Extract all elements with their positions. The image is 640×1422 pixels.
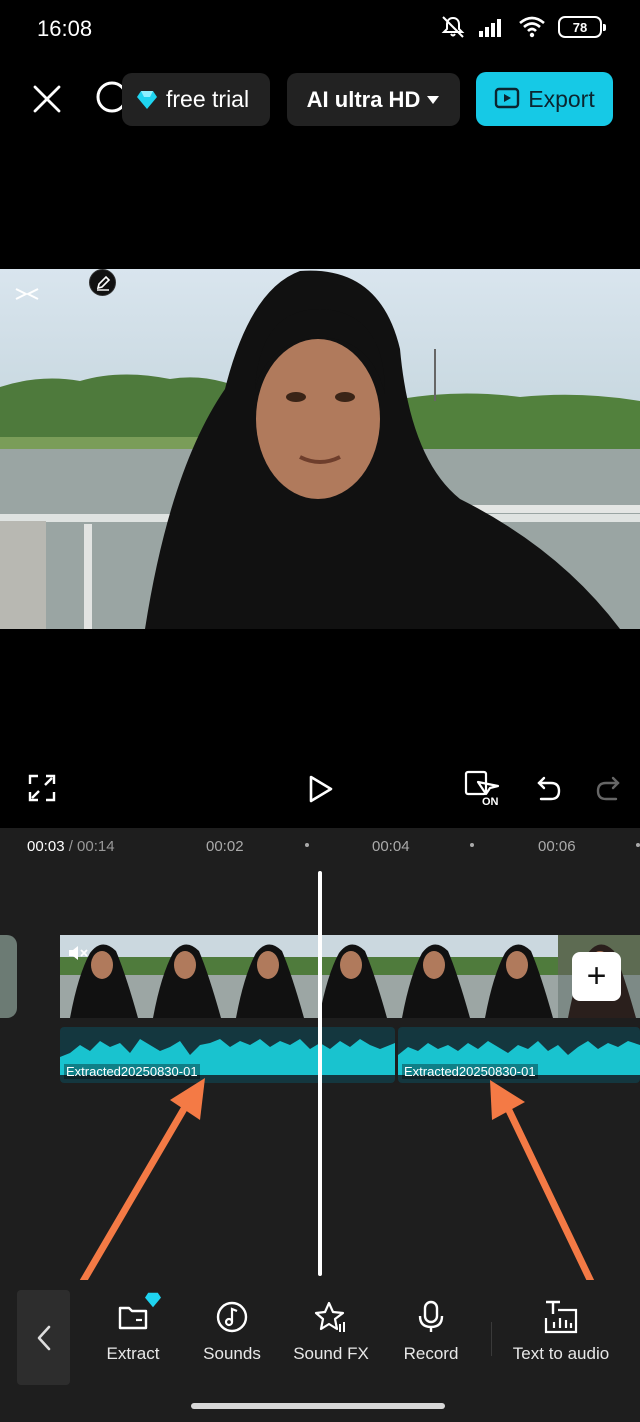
tool-sounds[interactable]: Sounds — [182, 1300, 282, 1364]
mute-bell-icon — [441, 16, 465, 38]
tool-record[interactable]: Record — [381, 1300, 481, 1364]
home-indicator[interactable] — [191, 1403, 445, 1409]
tick-dot — [305, 843, 309, 847]
clip-thumbnail — [143, 935, 226, 1018]
export-label: Export — [528, 85, 595, 112]
export-icon — [495, 87, 520, 109]
video-preview[interactable] — [0, 269, 640, 629]
current-time: 00:03 / 00:14 — [27, 838, 115, 855]
diamond-icon — [137, 90, 157, 109]
toolbar-divider — [491, 1322, 492, 1356]
tick-dot — [636, 843, 640, 847]
tool-label: Sounds — [203, 1344, 261, 1363]
export-button[interactable]: Export — [476, 72, 613, 126]
free-trial-button[interactable]: free trial — [122, 73, 270, 126]
back-button[interactable] — [17, 1290, 70, 1385]
audio-clip[interactable]: Extracted20250830-01 — [398, 1027, 640, 1083]
audio-clip-label: Extracted20250830-01 — [402, 1064, 538, 1079]
tool-label: Text to audio — [512, 1344, 610, 1363]
fullscreen-icon[interactable] — [28, 774, 56, 802]
premium-diamond-icon — [145, 1292, 161, 1308]
play-icon[interactable] — [307, 774, 335, 804]
tick-label: 00:02 — [206, 838, 244, 855]
playback-controls: ON — [0, 764, 640, 814]
keyframe-toggle[interactable]: ON — [464, 770, 504, 812]
audio-clip-label: Extracted20250830-01 — [64, 1064, 200, 1079]
wifi-icon — [519, 16, 545, 38]
tick-label: 00:04 — [372, 838, 410, 855]
close-button[interactable] — [28, 80, 66, 118]
total-time: / 00:14 — [64, 838, 115, 855]
tool-label: Sound FX — [293, 1344, 369, 1363]
current-time-value: 00:03 — [27, 838, 65, 855]
music-note-icon — [216, 1301, 248, 1333]
caret-down-icon — [427, 95, 440, 104]
clip-thumbnail — [475, 935, 558, 1018]
tick-dot — [470, 843, 474, 847]
time-ruler: 00:03 / 00:14 00:02 00:04 00:06 — [0, 828, 640, 864]
chevron-left-icon — [37, 1325, 50, 1350]
clip-thumbnail — [392, 935, 475, 1018]
video-clip-track[interactable] — [60, 935, 640, 1018]
free-trial-label: free trial — [166, 86, 250, 112]
tool-extract[interactable]: Extract — [83, 1292, 183, 1364]
text-to-audio-icon — [544, 1300, 578, 1334]
quality-label: AI ultra HD — [306, 86, 421, 112]
redo-icon[interactable] — [595, 774, 621, 802]
battery-icon: 78 — [558, 16, 606, 38]
star-sparkle-icon — [314, 1301, 345, 1332]
quality-dropdown[interactable]: AI ultra HD — [287, 73, 460, 126]
status-icons: 78 — [440, 14, 606, 40]
keyframe-on-label: ON — [482, 796, 499, 808]
close-icon — [33, 85, 61, 113]
playhead[interactable] — [318, 871, 322, 1276]
tool-label: Extract — [106, 1344, 160, 1363]
audio-toolbar: Extract Sounds Sound FX Record Text to a… — [0, 1280, 640, 1422]
previous-clip-stub[interactable] — [0, 935, 17, 1018]
signal-icon — [479, 19, 501, 37]
tool-sound-fx[interactable]: Sound FX — [281, 1300, 381, 1364]
mute-clip-icon[interactable] — [67, 944, 89, 962]
edit-button[interactable] — [89, 269, 116, 296]
pencil-icon — [96, 275, 110, 291]
capcut-logo-icon — [14, 284, 40, 309]
tool-text-to-audio[interactable]: Text to audio — [501, 1300, 621, 1364]
undo-icon[interactable] — [536, 774, 562, 802]
clip-thumbnail — [226, 935, 309, 1018]
status-time: 16:08 — [37, 16, 93, 41]
add-clip-button[interactable]: + — [572, 952, 621, 1001]
status-bar: 16:08 78 — [0, 0, 640, 58]
battery-level: 78 — [572, 19, 588, 35]
editor-header: free trial AI ultra HD Export — [0, 72, 640, 126]
preview-frame — [0, 269, 640, 629]
tool-label: Record — [403, 1344, 459, 1363]
tick-label: 00:06 — [538, 838, 576, 855]
microphone-icon — [418, 1300, 444, 1332]
audio-clip[interactable]: Extracted20250830-01 — [60, 1027, 395, 1083]
